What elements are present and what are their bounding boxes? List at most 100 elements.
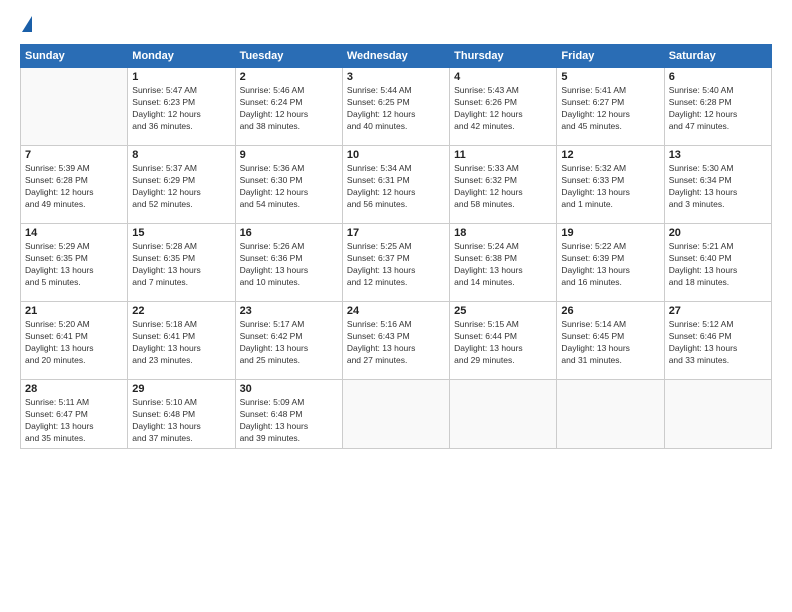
- day-info: Sunrise: 5:46 AMSunset: 6:24 PMDaylight:…: [240, 85, 338, 133]
- day-info: Sunrise: 5:44 AMSunset: 6:25 PMDaylight:…: [347, 85, 445, 133]
- day-number: 7: [25, 149, 123, 161]
- day-cell: [664, 380, 771, 449]
- day-info: Sunrise: 5:41 AMSunset: 6:27 PMDaylight:…: [561, 85, 659, 133]
- day-info: Sunrise: 5:17 AMSunset: 6:42 PMDaylight:…: [240, 319, 338, 367]
- day-cell: 29 Sunrise: 5:10 AMSunset: 6:48 PMDayligh…: [128, 380, 235, 449]
- calendar-table: SundayMondayTuesdayWednesdayThursdayFrid…: [20, 44, 772, 449]
- day-cell: 22 Sunrise: 5:18 AMSunset: 6:41 PMDayligh…: [128, 302, 235, 380]
- day-info: Sunrise: 5:29 AMSunset: 6:35 PMDaylight:…: [25, 241, 123, 289]
- day-cell: 30 Sunrise: 5:09 AMSunset: 6:48 PMDayligh…: [235, 380, 342, 449]
- day-number: 20: [669, 227, 767, 239]
- day-number: 23: [240, 305, 338, 317]
- day-info: Sunrise: 5:10 AMSunset: 6:48 PMDaylight:…: [132, 397, 230, 445]
- day-info: Sunrise: 5:15 AMSunset: 6:44 PMDaylight:…: [454, 319, 552, 367]
- day-cell: 3 Sunrise: 5:44 AMSunset: 6:25 PMDaylight…: [342, 68, 449, 146]
- day-number: 12: [561, 149, 659, 161]
- day-info: Sunrise: 5:25 AMSunset: 6:37 PMDaylight:…: [347, 241, 445, 289]
- day-cell: 10 Sunrise: 5:34 AMSunset: 6:31 PMDayligh…: [342, 146, 449, 224]
- day-info: Sunrise: 5:11 AMSunset: 6:47 PMDaylight:…: [25, 397, 123, 445]
- day-cell: [342, 380, 449, 449]
- day-info: Sunrise: 5:40 AMSunset: 6:28 PMDaylight:…: [669, 85, 767, 133]
- day-info: Sunrise: 5:28 AMSunset: 6:35 PMDaylight:…: [132, 241, 230, 289]
- day-info: Sunrise: 5:37 AMSunset: 6:29 PMDaylight:…: [132, 163, 230, 211]
- header-row: SundayMondayTuesdayWednesdayThursdayFrid…: [21, 45, 772, 68]
- day-cell: 20Sunrise: 5:21 AMSunset: 6:40 PMDayligh…: [664, 224, 771, 302]
- day-info: Sunrise: 5:12 AMSunset: 6:46 PMDaylight:…: [669, 319, 767, 367]
- week-row-3: 14Sunrise: 5:29 AMSunset: 6:35 PMDayligh…: [21, 224, 772, 302]
- week-row-2: 7 Sunrise: 5:39 AMSunset: 6:28 PMDaylight…: [21, 146, 772, 224]
- day-cell: 13Sunrise: 5:30 AMSunset: 6:34 PMDayligh…: [664, 146, 771, 224]
- col-header-saturday: Saturday: [664, 45, 771, 68]
- day-info: Sunrise: 5:09 AMSunset: 6:48 PMDaylight:…: [240, 397, 338, 445]
- day-number: 30: [240, 383, 338, 395]
- day-number: 28: [25, 383, 123, 395]
- day-cell: 2 Sunrise: 5:46 AMSunset: 6:24 PMDaylight…: [235, 68, 342, 146]
- day-info: Sunrise: 5:20 AMSunset: 6:41 PMDaylight:…: [25, 319, 123, 367]
- day-number: 2: [240, 71, 338, 83]
- day-info: Sunrise: 5:39 AMSunset: 6:28 PMDaylight:…: [25, 163, 123, 211]
- day-cell: [21, 68, 128, 146]
- day-info: Sunrise: 5:26 AMSunset: 6:36 PMDaylight:…: [240, 241, 338, 289]
- day-info: Sunrise: 5:24 AMSunset: 6:38 PMDaylight:…: [454, 241, 552, 289]
- day-number: 15: [132, 227, 230, 239]
- day-info: Sunrise: 5:34 AMSunset: 6:31 PMDaylight:…: [347, 163, 445, 211]
- col-header-friday: Friday: [557, 45, 664, 68]
- day-cell: 7 Sunrise: 5:39 AMSunset: 6:28 PMDaylight…: [21, 146, 128, 224]
- week-row-4: 21 Sunrise: 5:20 AMSunset: 6:41 PMDayligh…: [21, 302, 772, 380]
- day-number: 25: [454, 305, 552, 317]
- day-cell: [557, 380, 664, 449]
- col-header-wednesday: Wednesday: [342, 45, 449, 68]
- day-info: Sunrise: 5:30 AMSunset: 6:34 PMDaylight:…: [669, 163, 767, 211]
- day-number: 22: [132, 305, 230, 317]
- day-number: 10: [347, 149, 445, 161]
- day-cell: 24Sunrise: 5:16 AMSunset: 6:43 PMDayligh…: [342, 302, 449, 380]
- day-number: 3: [347, 71, 445, 83]
- day-info: Sunrise: 5:43 AMSunset: 6:26 PMDaylight:…: [454, 85, 552, 133]
- day-number: 8: [132, 149, 230, 161]
- day-cell: 19 Sunrise: 5:22 AMSunset: 6:39 PMDayligh…: [557, 224, 664, 302]
- day-cell: 16 Sunrise: 5:26 AMSunset: 6:36 PMDayligh…: [235, 224, 342, 302]
- day-cell: 17 Sunrise: 5:25 AMSunset: 6:37 PMDayligh…: [342, 224, 449, 302]
- day-cell: 26Sunrise: 5:14 AMSunset: 6:45 PMDayligh…: [557, 302, 664, 380]
- day-number: 27: [669, 305, 767, 317]
- col-header-sunday: Sunday: [21, 45, 128, 68]
- col-header-thursday: Thursday: [450, 45, 557, 68]
- week-row-1: 1Sunrise: 5:47 AMSunset: 6:23 PMDaylight…: [21, 68, 772, 146]
- day-number: 11: [454, 149, 552, 161]
- day-number: 5: [561, 71, 659, 83]
- day-number: 26: [561, 305, 659, 317]
- day-info: Sunrise: 5:36 AMSunset: 6:30 PMDaylight:…: [240, 163, 338, 211]
- day-info: Sunrise: 5:22 AMSunset: 6:39 PMDaylight:…: [561, 241, 659, 289]
- day-info: Sunrise: 5:18 AMSunset: 6:41 PMDaylight:…: [132, 319, 230, 367]
- day-cell: 28 Sunrise: 5:11 AMSunset: 6:47 PMDayligh…: [21, 380, 128, 449]
- day-cell: 14Sunrise: 5:29 AMSunset: 6:35 PMDayligh…: [21, 224, 128, 302]
- day-number: 21: [25, 305, 123, 317]
- day-info: Sunrise: 5:32 AMSunset: 6:33 PMDaylight:…: [561, 163, 659, 211]
- day-cell: 4 Sunrise: 5:43 AMSunset: 6:26 PMDaylight…: [450, 68, 557, 146]
- col-header-tuesday: Tuesday: [235, 45, 342, 68]
- day-info: Sunrise: 5:33 AMSunset: 6:32 PMDaylight:…: [454, 163, 552, 211]
- day-number: 9: [240, 149, 338, 161]
- day-cell: 9 Sunrise: 5:36 AMSunset: 6:30 PMDaylight…: [235, 146, 342, 224]
- day-number: 4: [454, 71, 552, 83]
- day-number: 29: [132, 383, 230, 395]
- day-number: 17: [347, 227, 445, 239]
- logo: [20, 16, 32, 34]
- day-cell: 23 Sunrise: 5:17 AMSunset: 6:42 PMDayligh…: [235, 302, 342, 380]
- day-number: 18: [454, 227, 552, 239]
- day-cell: 1Sunrise: 5:47 AMSunset: 6:23 PMDaylight…: [128, 68, 235, 146]
- day-cell: 27 Sunrise: 5:12 AMSunset: 6:46 PMDayligh…: [664, 302, 771, 380]
- day-info: Sunrise: 5:47 AMSunset: 6:23 PMDaylight:…: [132, 85, 230, 133]
- day-cell: 5 Sunrise: 5:41 AMSunset: 6:27 PMDaylight…: [557, 68, 664, 146]
- day-number: 19: [561, 227, 659, 239]
- day-cell: 25 Sunrise: 5:15 AMSunset: 6:44 PMDayligh…: [450, 302, 557, 380]
- day-cell: [450, 380, 557, 449]
- page: SundayMondayTuesdayWednesdayThursdayFrid…: [0, 0, 792, 612]
- day-cell: 6Sunrise: 5:40 AMSunset: 6:28 PMDaylight…: [664, 68, 771, 146]
- day-info: Sunrise: 5:16 AMSunset: 6:43 PMDaylight:…: [347, 319, 445, 367]
- col-header-monday: Monday: [128, 45, 235, 68]
- day-cell: 21 Sunrise: 5:20 AMSunset: 6:41 PMDayligh…: [21, 302, 128, 380]
- week-row-5: 28 Sunrise: 5:11 AMSunset: 6:47 PMDayligh…: [21, 380, 772, 449]
- day-number: 16: [240, 227, 338, 239]
- day-cell: 18 Sunrise: 5:24 AMSunset: 6:38 PMDayligh…: [450, 224, 557, 302]
